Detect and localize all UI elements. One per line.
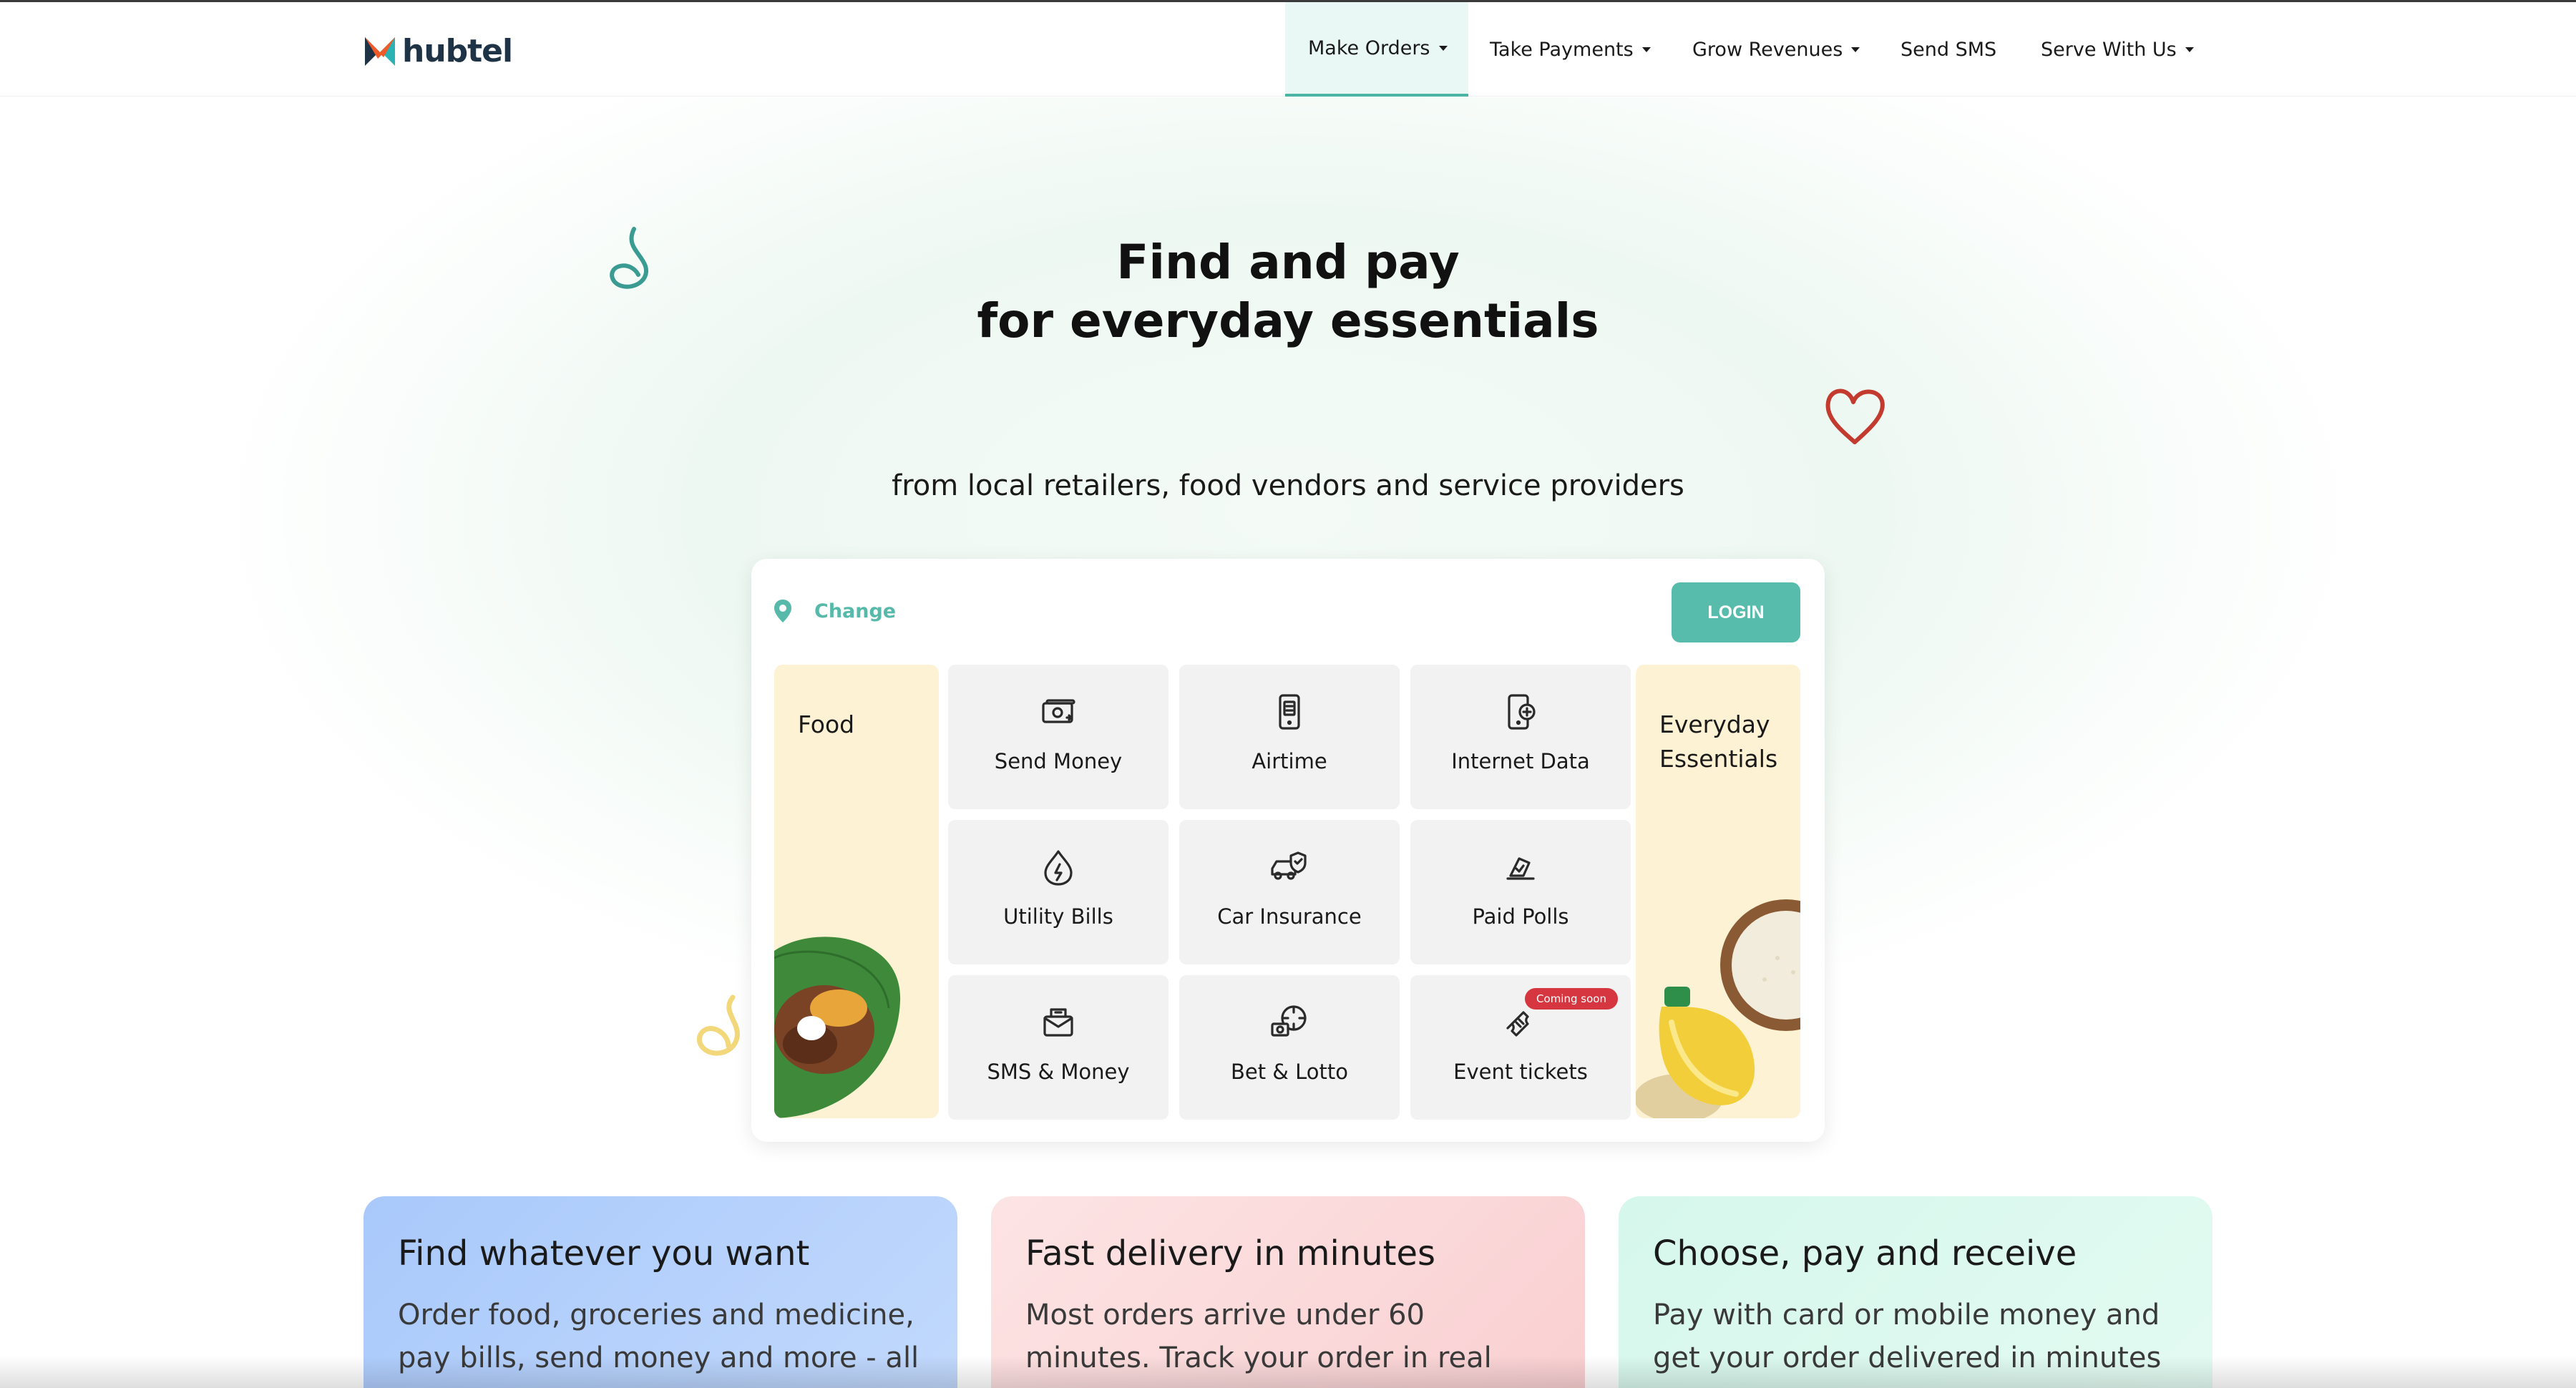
utility-bills-label: Utility Bills xyxy=(1003,904,1113,929)
utility-bills-icon xyxy=(1038,847,1078,887)
nav-grow-revenues[interactable]: Grow Revenues xyxy=(1692,2,1860,97)
chevron-down-icon xyxy=(1851,47,1860,52)
chevron-down-icon xyxy=(1641,47,1651,52)
car-insurance-tile[interactable]: Car Insurance xyxy=(1179,820,1400,964)
coming-soon-badge: Coming soon xyxy=(1525,988,1618,1010)
food-tile-label: Food xyxy=(798,710,855,738)
nav-take-payments[interactable]: Take Payments xyxy=(1490,2,1651,97)
nav-serve-with-us-label: Serve With Us xyxy=(2041,38,2177,61)
food-plate-image xyxy=(774,937,901,1118)
yellow-heart-doodle-icon xyxy=(697,994,740,1056)
location-selector[interactable]: Change xyxy=(773,598,896,624)
essentials-label-line-2: Essentials xyxy=(1659,745,1778,773)
red-heart-doodle-icon xyxy=(1825,388,1885,444)
everyday-essentials-label: Everyday Essentials xyxy=(1659,708,1777,776)
hero-title: Find and pay for everyday essentials xyxy=(0,233,2576,351)
feature-title: Find whatever you want xyxy=(398,1233,810,1274)
car-insurance-icon xyxy=(1269,847,1309,887)
bet-lotto-tile[interactable]: Bet & Lotto xyxy=(1179,975,1400,1120)
hero-title-line-1: Find and pay xyxy=(1116,235,1460,290)
chevron-down-icon xyxy=(2185,47,2194,52)
internet-data-icon xyxy=(1501,692,1541,732)
paid-polls-tile[interactable]: Paid Polls xyxy=(1410,820,1631,964)
location-pin-icon xyxy=(774,600,791,622)
paid-polls-icon xyxy=(1501,847,1541,887)
logo-wordmark: hubtel xyxy=(402,32,513,69)
nav-serve-with-us[interactable]: Serve With Us xyxy=(2041,2,2194,97)
internet-data-tile[interactable]: Internet Data xyxy=(1410,665,1631,809)
event-tickets-label: Event tickets xyxy=(1453,1060,1588,1084)
internet-data-label: Internet Data xyxy=(1451,749,1590,773)
bet-lotto-icon xyxy=(1269,1002,1309,1042)
nav-make-orders-label: Make Orders xyxy=(1308,36,1430,59)
nav-make-orders[interactable]: Make Orders xyxy=(1285,2,1468,97)
nav-grow-revenues-label: Grow Revenues xyxy=(1692,38,1843,61)
feature-title: Choose, pay and receive xyxy=(1653,1233,2077,1274)
login-button[interactable]: LOGIN xyxy=(1672,582,1800,642)
food-tile[interactable]: Food xyxy=(774,665,939,1118)
nav-take-payments-label: Take Payments xyxy=(1490,38,1634,61)
hero-section: Find and pay for everyday essentials fro… xyxy=(0,97,2576,1142)
teal-heart-doodle-icon xyxy=(610,227,648,289)
airtime-label: Airtime xyxy=(1252,749,1327,773)
hubtel-logo[interactable]: hubtel xyxy=(364,32,513,69)
feature-title: Fast delivery in minutes xyxy=(1025,1233,1436,1274)
services-card: Change LOGIN Food Everyday Essentials Se… xyxy=(751,559,1825,1142)
nav-send-sms[interactable]: Send SMS xyxy=(1901,2,1996,97)
send-money-icon xyxy=(1038,692,1078,732)
bet-lotto-label: Bet & Lotto xyxy=(1230,1060,1349,1084)
viewport-bottom-shadow xyxy=(0,1356,2576,1388)
sms-money-tile[interactable]: SMS & Money xyxy=(948,975,1169,1120)
event-tickets-tile[interactable]: Event tickets Coming soon xyxy=(1410,975,1631,1120)
hubtel-logo-mark-icon xyxy=(365,37,395,66)
top-navbar: hubtel Make Orders Take Payments Grow Re… xyxy=(0,2,2576,97)
essentials-label-line-1: Everyday xyxy=(1659,710,1770,738)
sms-money-icon xyxy=(1038,1002,1078,1042)
paid-polls-label: Paid Polls xyxy=(1472,904,1569,929)
oil-and-rice-image xyxy=(1636,899,1800,1118)
airtime-icon xyxy=(1269,692,1309,732)
nav-send-sms-label: Send SMS xyxy=(1901,38,1997,61)
sms-money-label: SMS & Money xyxy=(987,1060,1130,1084)
chevron-down-icon xyxy=(1438,45,1448,51)
location-change-link: Change xyxy=(814,600,897,622)
airtime-tile[interactable]: Airtime xyxy=(1179,665,1400,809)
hero-subtitle: from local retailers, food vendors and s… xyxy=(892,469,1684,502)
send-money-label: Send Money xyxy=(994,749,1123,773)
utility-bills-tile[interactable]: Utility Bills xyxy=(948,820,1169,964)
send-money-tile[interactable]: Send Money xyxy=(948,665,1169,809)
car-insurance-label: Car Insurance xyxy=(1217,904,1362,929)
hero-title-line-2: for everyday essentials xyxy=(977,293,1599,348)
everyday-essentials-tile[interactable]: Everyday Essentials xyxy=(1636,665,1800,1118)
